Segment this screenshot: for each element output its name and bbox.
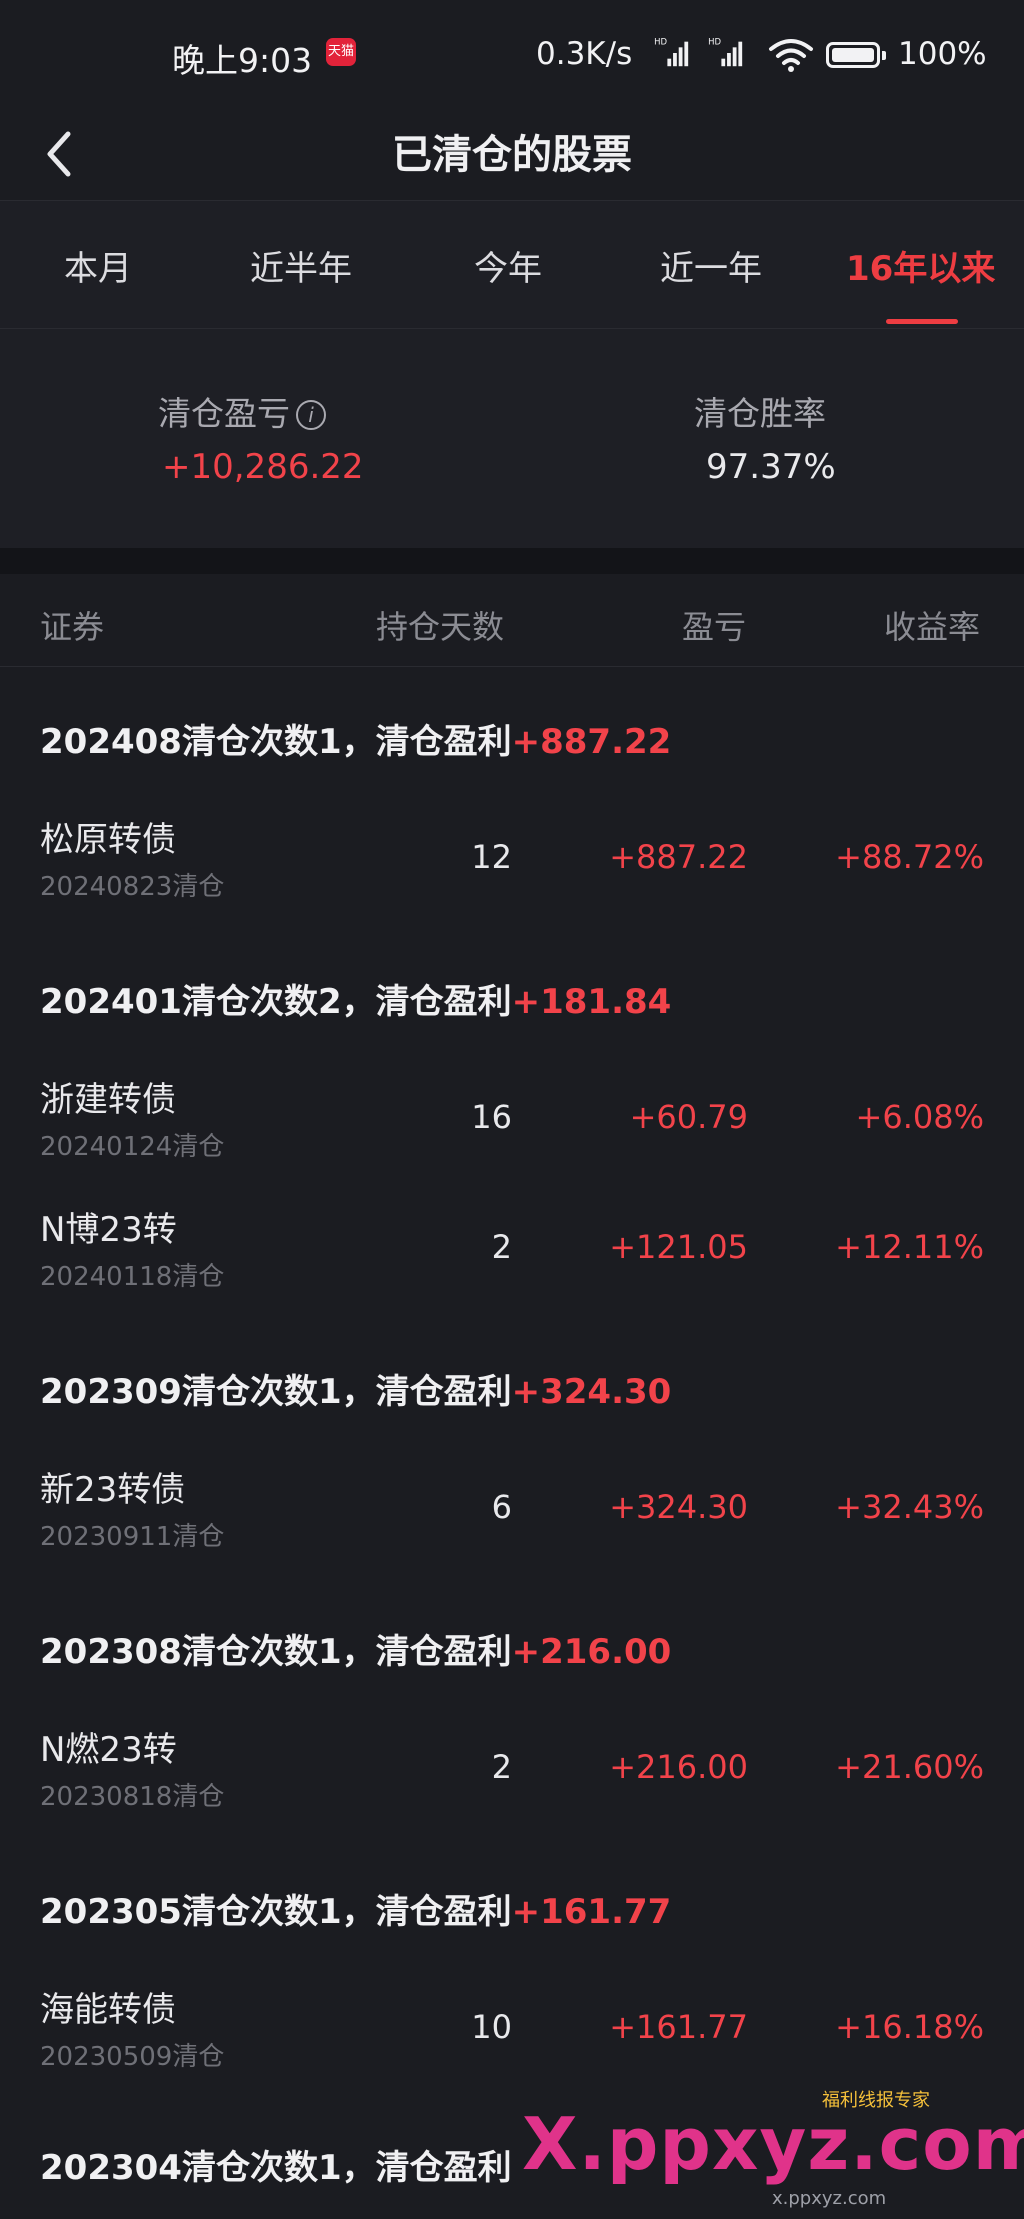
clear-date: 20240118清仓 bbox=[40, 1262, 225, 1292]
period-tabs: 本月 近半年 今年 近一年 16年以来 bbox=[0, 200, 1024, 329]
group-header: 202304清仓次数1，清仓盈利 bbox=[40, 2140, 512, 2189]
tab-half-year[interactable]: 近半年 bbox=[250, 241, 352, 290]
profit-loss: +216.00 bbox=[609, 1748, 748, 1786]
group-amount: +181.84 bbox=[511, 982, 672, 1022]
stock-name: 新23转债 bbox=[40, 1470, 186, 1510]
holding-days: 16 bbox=[471, 1098, 512, 1136]
svg-text:HD: HD bbox=[654, 38, 667, 48]
pl-label: 清仓盈亏 bbox=[158, 394, 290, 433]
app-notification-icon: 天猫 bbox=[326, 38, 356, 66]
profit-loss: +60.79 bbox=[629, 1098, 748, 1136]
watermark-brand: X.ppxyz.com bbox=[522, 2102, 1024, 2186]
group-header: 202401清仓次数2，清仓盈利+181.84 bbox=[40, 974, 671, 1023]
signal-icon: HD bbox=[654, 38, 689, 67]
group-title: 202304清仓次数1，清仓盈利 bbox=[40, 2148, 512, 2188]
tab-one-year[interactable]: 近一年 bbox=[660, 241, 762, 290]
return-rate: +88.72% bbox=[835, 838, 984, 876]
group-amount: +324.30 bbox=[511, 1372, 672, 1412]
return-rate: +12.11% bbox=[835, 1228, 984, 1266]
summary-panel: 清仓盈亏 i +10,286.22 清仓胜率 97.37% bbox=[0, 328, 1024, 549]
stock-name: 海能转债 bbox=[40, 1990, 176, 2030]
table-header: 证券 持仓天数 盈亏 收益率 bbox=[0, 574, 1024, 667]
holding-days: 10 bbox=[471, 2008, 512, 2046]
battery-percent: 100% bbox=[898, 36, 987, 72]
wifi-icon bbox=[769, 39, 813, 72]
watermark-url: x.ppxyz.com bbox=[772, 2188, 887, 2209]
col-rate: 收益率 bbox=[884, 608, 981, 646]
clear-date: 20240124清仓 bbox=[40, 1132, 225, 1162]
profit-loss: +121.05 bbox=[609, 1228, 748, 1266]
page-title: 已清仓的股票 bbox=[392, 132, 632, 178]
stock-name: 松原转债 bbox=[40, 820, 176, 860]
return-rate: +6.08% bbox=[855, 1098, 984, 1136]
group-title: 202408清仓次数1，清仓盈利 bbox=[40, 722, 512, 762]
signal-icon-2: HD bbox=[708, 38, 743, 67]
svg-text:HD: HD bbox=[708, 38, 721, 48]
nav-bar: 已清仓的股票 bbox=[0, 112, 1024, 200]
group-title: 202401清仓次数2，清仓盈利 bbox=[40, 982, 512, 1022]
profit-loss: +887.22 bbox=[609, 838, 748, 876]
pl-value: +10,286.22 bbox=[162, 447, 364, 487]
stock-name: N燃23转 bbox=[40, 1730, 177, 1770]
group-header: 202308清仓次数1，清仓盈利+216.00 bbox=[40, 1624, 671, 1673]
group-title: 202309清仓次数1，清仓盈利 bbox=[40, 1372, 512, 1412]
section-divider bbox=[0, 548, 1024, 574]
status-bar: 晚上9:03 天猫 0.3K/s HD HD 100% bbox=[0, 0, 1024, 112]
group-title: 202308清仓次数1，清仓盈利 bbox=[40, 1632, 512, 1672]
list-item[interactable]: 松原转债 20240823清仓 12 +887.22 +88.72% bbox=[0, 812, 1024, 922]
return-rate: +16.18% bbox=[835, 2008, 984, 2046]
tab-since-2016[interactable]: 16年以来 bbox=[846, 241, 995, 290]
watermark-logo: 福利线报专家 X.ppxyz.com x.ppxyz.com bbox=[522, 2080, 1024, 2210]
profit-loss: +324.30 bbox=[609, 1488, 748, 1526]
group-amount: +216.00 bbox=[511, 1632, 672, 1672]
return-rate: +21.60% bbox=[835, 1748, 984, 1786]
winrate-label: 清仓胜率 bbox=[694, 394, 826, 433]
group-header: 202408清仓次数1，清仓盈利+887.22 bbox=[40, 714, 671, 763]
stock-name: 浙建转债 bbox=[40, 1080, 176, 1120]
list-item[interactable]: 海能转债 20230509清仓 10 +161.77 +16.18% bbox=[0, 1982, 1024, 2092]
list-item[interactable]: 浙建转债 20240124清仓 16 +60.79 +6.08% bbox=[0, 1072, 1024, 1182]
tab-this-month[interactable]: 本月 bbox=[64, 241, 132, 290]
holding-days: 2 bbox=[491, 1228, 512, 1266]
profit-loss: +161.77 bbox=[609, 2008, 748, 2046]
status-time: 晚上9:03 bbox=[172, 41, 313, 80]
holding-days: 12 bbox=[471, 838, 512, 876]
list-item[interactable]: 新23转债 20230911清仓 6 +324.30 +32.43% bbox=[0, 1462, 1024, 1572]
tab-active-indicator bbox=[886, 319, 958, 324]
col-pl: 盈亏 bbox=[682, 608, 747, 646]
tab-this-year[interactable]: 今年 bbox=[474, 241, 542, 290]
network-speed: 0.3K/s bbox=[536, 36, 633, 72]
group-title: 202305清仓次数1，清仓盈利 bbox=[40, 1892, 512, 1932]
return-rate: +32.43% bbox=[835, 1488, 984, 1526]
clear-date: 20240823清仓 bbox=[40, 872, 225, 902]
battery-icon bbox=[826, 42, 886, 68]
group-amount: +887.22 bbox=[511, 722, 672, 762]
group-header: 202309清仓次数1，清仓盈利+324.30 bbox=[40, 1364, 671, 1413]
pl-label-wrap: 清仓盈亏 i bbox=[158, 387, 326, 435]
group-amount: +161.77 bbox=[511, 1892, 672, 1932]
clear-date: 20230911清仓 bbox=[40, 1522, 225, 1552]
clear-date: 20230818清仓 bbox=[40, 1782, 225, 1812]
holding-days: 2 bbox=[491, 1748, 512, 1786]
col-security: 证券 bbox=[40, 608, 105, 646]
group-header: 202305清仓次数1，清仓盈利+161.77 bbox=[40, 1884, 671, 1933]
col-days: 持仓天数 bbox=[376, 608, 505, 646]
holding-days: 6 bbox=[491, 1488, 512, 1526]
stock-name: N博23转 bbox=[40, 1210, 177, 1250]
list-item[interactable]: N燃23转 20230818清仓 2 +216.00 +21.60% bbox=[0, 1722, 1024, 1832]
list-item[interactable]: N博23转 20240118清仓 2 +121.05 +12.11% bbox=[0, 1202, 1024, 1312]
info-icon[interactable]: i bbox=[296, 400, 326, 430]
winrate-value: 97.37% bbox=[706, 447, 836, 487]
clear-date: 20230509清仓 bbox=[40, 2042, 225, 2072]
